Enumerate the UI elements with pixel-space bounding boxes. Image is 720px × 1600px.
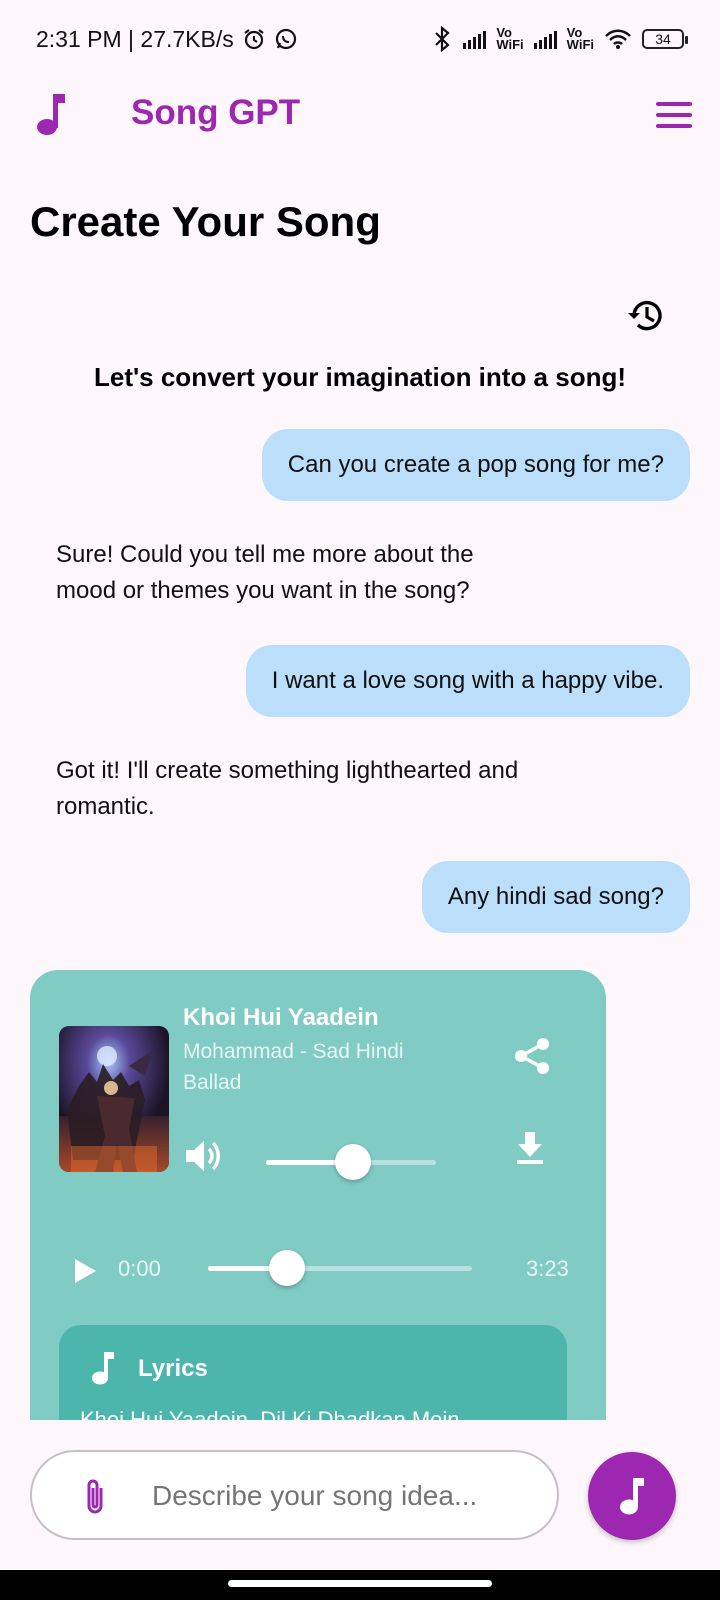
user-message: I want a love song with a happy vibe. [245, 645, 690, 717]
music-note-icon [620, 1478, 644, 1515]
signal-icon [533, 29, 557, 49]
vowifi-badge: Vo WiFi [566, 25, 594, 52]
user-message: Any hindi sad song? [421, 861, 690, 933]
history-icon[interactable] [626, 296, 666, 336]
volume-slider[interactable] [266, 1144, 436, 1180]
music-note-icon [37, 94, 65, 135]
bluetooth-icon [435, 26, 450, 52]
song-card: Khoi Hui Yaadein Mohammad - Sad Hindi Ba… [30, 970, 606, 1445]
generate-song-button[interactable] [588, 1452, 676, 1540]
time-current: 0:00 [118, 1256, 161, 1281]
progress-thumb[interactable] [269, 1250, 306, 1286]
song-idea-input[interactable] [152, 1474, 542, 1518]
song-artist: Mohammad - Sad Hindi Ballad [183, 1040, 404, 1094]
status-left: 2:31 PM | 27.7KB/s [36, 26, 298, 53]
music-note-icon [92, 1352, 114, 1385]
page-title: Create Your Song [30, 198, 381, 245]
alarm-icon [244, 29, 264, 50]
bot-message: Got it! I'll create something lightheart… [56, 757, 519, 820]
status-right: Vo WiFi Vo WiFi 34 [431, 25, 688, 52]
composer-input-pill[interactable] [30, 1450, 559, 1540]
download-icon[interactable] [514, 1130, 546, 1164]
bot-message: Sure! Could you tell me more about the m… [56, 541, 474, 604]
progress-slider[interactable] [208, 1250, 472, 1286]
home-indicator[interactable] [228, 1580, 492, 1587]
hamburger-menu-icon[interactable] [656, 102, 692, 130]
share-icon[interactable] [512, 1036, 552, 1076]
whatsapp-icon [275, 28, 296, 50]
wifi-icon [605, 29, 631, 49]
signal-icon [463, 29, 487, 49]
volume-thumb[interactable] [334, 1144, 371, 1180]
lyrics-title: Lyrics [138, 1355, 208, 1382]
status-bar: 2:31 PM | 27.7KB/s Vo WiFi Vo WiFi 34 [0, 0, 720, 78]
volume-icon[interactable] [184, 1138, 222, 1174]
play-icon[interactable] [72, 1256, 98, 1286]
app-bar: Song GPT [0, 78, 720, 150]
paperclip-icon[interactable] [82, 1476, 108, 1516]
time-total: 3:23 [526, 1256, 569, 1281]
intro-text: Let's convert your imagination into a so… [93, 362, 626, 392]
user-message: Can you create a pop song for me? [261, 429, 690, 501]
song-title: Khoi Hui Yaadein [183, 1004, 379, 1031]
album-art [59, 1026, 169, 1172]
battery-icon: 34 [642, 29, 688, 49]
status-time: 2:31 PM | 27.7KB/s [36, 25, 234, 52]
app-title: Song GPT [131, 93, 301, 132]
vowifi-badge: Vo WiFi [496, 25, 524, 52]
